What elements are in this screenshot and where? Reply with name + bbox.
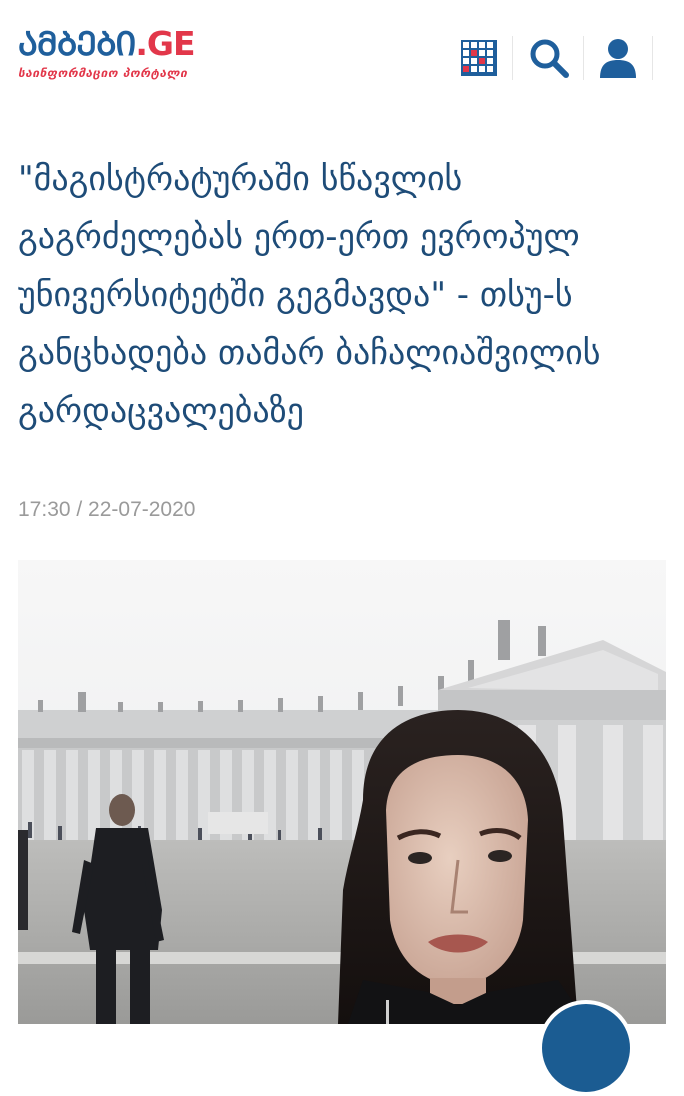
article-photo [18, 560, 666, 1024]
logo-main-text: ᲐᲛᲑᲔᲑᲘ [18, 24, 136, 63]
user-icon [600, 39, 636, 78]
logo-domain-suffix: .GE [135, 24, 195, 63]
article-datetime: 17:30 / 22-07-2020 [18, 498, 196, 521]
article-headline: "მაგისტრატურაში სწავლის გაგრძელებას ერთ-… [18, 159, 601, 431]
search-icon [530, 39, 569, 78]
header-divider [583, 36, 584, 80]
logo-tagline: საინფორმაციო პორტალი [18, 66, 188, 80]
floating-action-button[interactable] [538, 1000, 634, 1096]
menu-button[interactable] [457, 36, 501, 80]
site-logo[interactable]: ᲐᲛᲑᲔᲑᲘ.GE საინფორმაციო პორტალი [18, 24, 196, 80]
header-divider [512, 36, 513, 80]
header-divider [652, 36, 653, 80]
search-button[interactable] [527, 36, 571, 80]
grid-menu-icon [461, 40, 497, 76]
site-header: ᲐᲛᲑᲔᲑᲘ.GE საინფორმაციო პორტალი [0, 0, 684, 110]
logo-wordmark: ᲐᲛᲑᲔᲑᲘ.GE [18, 24, 196, 64]
account-button[interactable] [596, 36, 640, 80]
